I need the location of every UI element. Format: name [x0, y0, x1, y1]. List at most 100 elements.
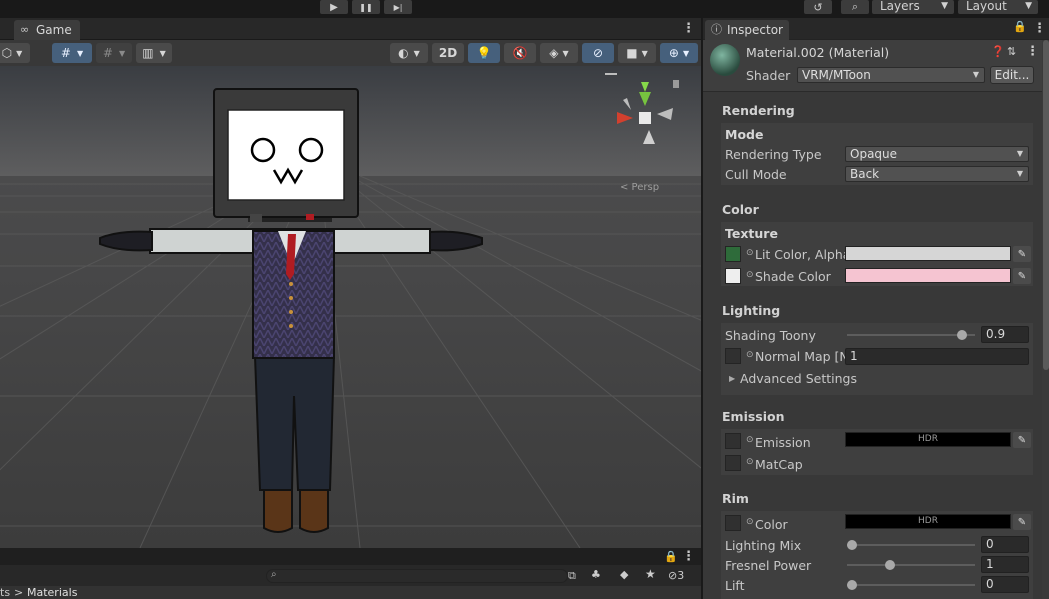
section-rim: Rim	[722, 491, 749, 506]
shade-texture-slot[interactable]	[725, 268, 741, 284]
more-options-icon[interactable]: ⋮	[1033, 21, 1046, 36]
gizmos-dropdown[interactable]: ⊕ ▼	[660, 43, 698, 63]
cube-icon: ⬡	[1, 46, 13, 60]
lift-slider[interactable]	[847, 584, 975, 586]
tab-inspector[interactable]: ⓘ Inspector	[705, 20, 789, 40]
help-icon[interactable]: ❓	[991, 45, 1005, 58]
object-picker-icon[interactable]: ⊙	[746, 270, 754, 280]
effects-dropdown[interactable]: ◈ ▼	[540, 43, 578, 63]
pause-icon: ❚❚	[359, 2, 373, 12]
hidden-packages-toggle[interactable]: ⊘3	[668, 569, 684, 582]
texture-title: Texture	[725, 226, 778, 241]
increment-snap-dropdown[interactable]: ▥ ▼	[136, 43, 172, 63]
breadcrumb-separator: >	[14, 586, 24, 599]
shader-dropdown[interactable]: VRM/MToon ▼	[797, 67, 985, 83]
lift-field[interactable]: 0	[981, 576, 1029, 593]
lit-color-swatch[interactable]	[845, 246, 1011, 261]
ruler-icon: ▥	[142, 46, 154, 60]
object-picker-icon[interactable]: ⊙	[746, 517, 754, 527]
emission-color-swatch[interactable]: HDR	[845, 432, 1011, 447]
scene-viewport[interactable]: < Persp	[0, 66, 701, 548]
preset-icon[interactable]: ⇅	[1007, 45, 1016, 58]
camera-dropdown[interactable]: ■ ▼	[618, 43, 656, 63]
step-button[interactable]: ▶|	[384, 0, 412, 14]
lighting-mix-slider[interactable]	[847, 544, 975, 546]
lift-slider-knob[interactable]	[847, 580, 857, 590]
normal-map-slot[interactable]	[725, 348, 741, 364]
lighting-toggle[interactable]: 💡	[468, 43, 500, 63]
more-options-icon[interactable]: ⋮	[1026, 44, 1039, 59]
object-picker-icon[interactable]: ⊙	[746, 435, 754, 445]
tab-game[interactable]: ∞ Game	[14, 20, 80, 40]
inspector-scrollbar[interactable]	[1042, 40, 1049, 599]
section-lighting: Lighting	[722, 303, 781, 318]
filter-type-icon[interactable]: ⧉	[568, 569, 576, 583]
shading-mode-dropdown[interactable]: ◐ ▼	[390, 43, 428, 63]
shading-toony-field[interactable]: 0.9	[981, 326, 1029, 343]
cull-mode-label: Cull Mode	[725, 167, 787, 182]
shading-toony-slider-knob[interactable]	[957, 330, 968, 340]
draw-mode-dropdown[interactable]: ⬡ ▼	[0, 43, 30, 63]
fresnel-power-field[interactable]: 1	[981, 556, 1029, 573]
layers-dropdown[interactable]: Layers ▼	[872, 0, 954, 14]
filter-label-icon[interactable]: ♣	[591, 568, 601, 581]
eyedropper-icon[interactable]: ✎	[1013, 432, 1031, 448]
lighting-mix-slider-knob[interactable]	[847, 540, 857, 550]
breadcrumb-root[interactable]: ts	[0, 586, 10, 599]
search-input[interactable]: ⌕	[266, 569, 568, 583]
lock-icon[interactable]: 🔒	[664, 550, 678, 563]
grid-toggle[interactable]: # ▼	[52, 43, 92, 63]
shade-color-label: Shade Color	[755, 269, 831, 284]
project-tab-strip: 🔒 ⋮	[0, 548, 701, 565]
eyedropper-icon[interactable]: ✎	[1013, 246, 1031, 262]
object-picker-icon[interactable]: ⊙	[746, 457, 754, 467]
edit-shader-button[interactable]: Edit...	[990, 66, 1034, 84]
breadcrumb-current[interactable]: Materials	[27, 586, 77, 599]
pause-button[interactable]: ❚❚	[352, 0, 380, 14]
audio-toggle[interactable]: 🔇	[504, 43, 536, 63]
lighting-mix-field[interactable]: 0	[981, 536, 1029, 553]
lit-texture-slot[interactable]	[725, 246, 741, 262]
layout-dropdown[interactable]: Layout ▼	[958, 0, 1038, 14]
shading-toony-slider[interactable]	[847, 334, 975, 336]
cull-mode-dropdown[interactable]: Back ▼	[845, 166, 1029, 182]
star-icon[interactable]: ★	[645, 567, 656, 581]
scene-render: < Persp	[0, 66, 701, 548]
lock-icon[interactable]: 🔒	[1013, 20, 1027, 33]
breadcrumb: ts > Materials	[0, 586, 701, 599]
material-header: Material.002 (Material) ❓ ⇅ ⋮ Shader VRM…	[703, 40, 1049, 92]
normal-map-scale-field[interactable]: 1	[845, 348, 1029, 365]
mode-group: Mode Rendering Type Opaque ▼ Cull Mode Ba…	[721, 123, 1033, 185]
object-picker-icon[interactable]: ⊙	[746, 350, 754, 360]
globe-icon: ⊕	[668, 46, 679, 60]
snap-toggle[interactable]: # ▼	[96, 43, 132, 63]
visibility-toggle[interactable]: ⊘	[582, 43, 614, 63]
rendering-type-dropdown[interactable]: Opaque ▼	[845, 146, 1029, 162]
lighting-mix-label: Lighting Mix	[725, 538, 802, 553]
rim-color-label: Color	[755, 517, 788, 532]
material-preview-icon	[710, 44, 740, 76]
chevron-down-icon: ▼	[941, 1, 948, 11]
fresnel-power-slider[interactable]	[847, 564, 975, 566]
more-options-icon[interactable]: ⋮	[682, 549, 695, 564]
sphere-icon: ◐	[398, 46, 409, 60]
eyedropper-icon[interactable]: ✎	[1013, 268, 1031, 284]
more-options-icon[interactable]: ⋮	[682, 21, 695, 36]
matcap-texture-slot[interactable]	[725, 455, 741, 471]
2d-toggle[interactable]: 2D	[432, 43, 464, 63]
tag-icon[interactable]: ◆	[620, 568, 628, 581]
object-picker-icon[interactable]: ⊙	[746, 248, 754, 258]
rim-texture-slot[interactable]	[725, 515, 741, 531]
history-button[interactable]: ↺	[804, 0, 832, 14]
rim-color-swatch[interactable]: HDR	[845, 514, 1011, 529]
advanced-settings-foldout[interactable]: Advanced Settings	[740, 371, 857, 386]
shade-color-swatch[interactable]	[845, 268, 1011, 283]
expand-arrow-icon[interactable]: ▶	[729, 374, 735, 383]
eyedropper-icon[interactable]: ✎	[1013, 514, 1031, 530]
emission-texture-slot[interactable]	[725, 433, 741, 449]
scrollbar-thumb[interactable]	[1043, 40, 1049, 370]
fresnel-power-slider-knob[interactable]	[885, 560, 895, 570]
play-button[interactable]: ▶	[320, 0, 348, 14]
eye-slash-icon: ⊘	[668, 569, 678, 582]
search-button[interactable]: ⌕	[841, 0, 869, 14]
